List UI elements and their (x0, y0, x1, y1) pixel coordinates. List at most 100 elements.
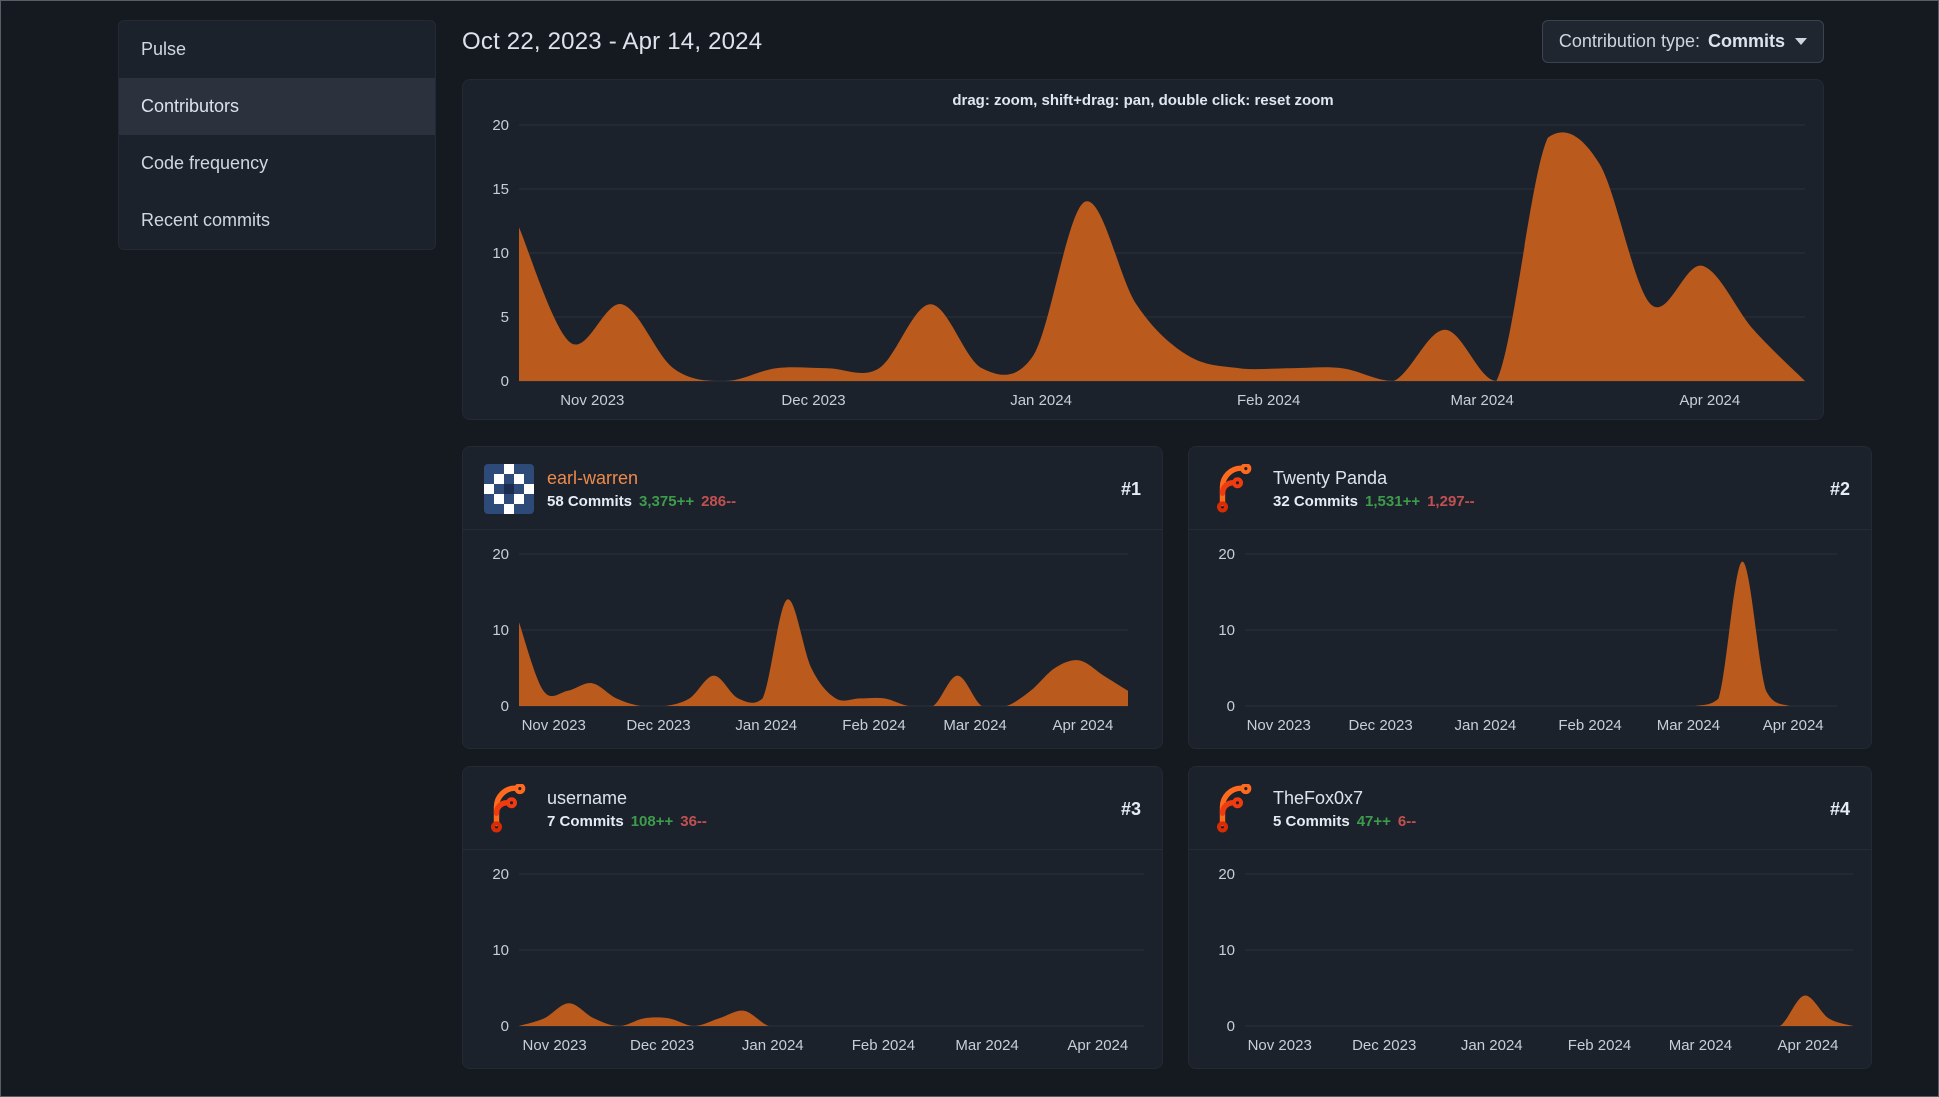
svg-text:Apr 2024: Apr 2024 (1052, 717, 1113, 734)
svg-text:Apr 2024: Apr 2024 (1763, 717, 1824, 734)
commit-count: 58 Commits (547, 493, 633, 510)
svg-text:20: 20 (492, 866, 509, 883)
svg-text:Mar 2024: Mar 2024 (943, 717, 1006, 734)
chart-zoom-hint: drag: zoom, shift+drag: pan, double clic… (952, 92, 1334, 109)
contributor-rank: #4 (1829, 798, 1850, 819)
svg-text:0: 0 (1227, 698, 1235, 715)
svg-text:20: 20 (1218, 546, 1235, 563)
svg-text:10: 10 (492, 622, 509, 639)
header-row: Oct 22, 2023 - Apr 14, 2024 Contribution… (462, 20, 1824, 63)
contributor-area-chart[interactable]: 0 10 20 Nov 2023 Dec 2023 Jan 2024 Feb 2024 Mar… (471, 860, 1170, 1060)
contribution-type-value: Commits (1707, 31, 1785, 51)
svg-text:0: 0 (1227, 1018, 1235, 1035)
contributor-stats: 5 Commits 47++ 6-- (1273, 813, 1817, 830)
sidebar-item-pulse[interactable]: Pulse (119, 21, 435, 78)
contributor-name: username (547, 788, 628, 808)
commit-count: 32 Commits (1273, 493, 1359, 510)
contributor-card: Twenty Panda 32 Commits 1,531++ 1,297-- … (1188, 446, 1872, 749)
svg-text:Apr 2024: Apr 2024 (1778, 1037, 1839, 1054)
svg-text:Nov 2023: Nov 2023 (560, 392, 624, 409)
additions-count: 108++ (630, 813, 674, 830)
svg-text:Nov 2023: Nov 2023 (1247, 717, 1311, 734)
svg-text:Mar 2024: Mar 2024 (1451, 392, 1514, 409)
additions-count: 3,375++ (639, 493, 695, 510)
deletions-count: 6-- (1397, 813, 1417, 830)
svg-text:Nov 2023: Nov 2023 (522, 717, 586, 734)
contributor-header: Twenty Panda 32 Commits 1,531++ 1,297-- … (1189, 447, 1871, 530)
contributor-rank: #2 (1829, 478, 1850, 499)
additions-count: 47++ (1356, 813, 1391, 830)
contributor-meta: TheFox0x7 5 Commits 47++ 6-- (1273, 788, 1817, 830)
svg-text:Jan 2024: Jan 2024 (742, 1037, 804, 1054)
contributors-grid: earl-warren 58 Commits 3,375++ 286-- #1 … (462, 446, 1872, 1069)
svg-text:15: 15 (492, 181, 509, 198)
contributor-name-link[interactable]: earl-warren (547, 468, 1108, 489)
svg-text:0: 0 (501, 1018, 509, 1035)
svg-text:0: 0 (501, 698, 509, 715)
svg-text:Feb 2024: Feb 2024 (1558, 717, 1621, 734)
contributor-card: earl-warren 58 Commits 3,375++ 286-- #1 … (462, 446, 1163, 749)
contributor-name: Twenty Panda (1273, 468, 1388, 488)
svg-text:10: 10 (1218, 942, 1235, 959)
forgejo-logo-avatar (1210, 784, 1260, 834)
svg-text:Dec 2023: Dec 2023 (781, 392, 845, 409)
overall-contributions-card: drag: zoom, shift+drag: pan, double clic… (462, 79, 1824, 420)
svg-text:Dec 2023: Dec 2023 (1352, 1037, 1416, 1054)
svg-text:Nov 2023: Nov 2023 (1248, 1037, 1312, 1054)
svg-text:20: 20 (492, 117, 509, 134)
contributor-name: TheFox0x7 (1273, 788, 1364, 808)
svg-text:20: 20 (492, 546, 509, 563)
deletions-count: 286-- (701, 493, 737, 510)
activity-sidebar: Pulse Contributors Code frequency Recent… (118, 20, 436, 250)
contribution-type-button[interactable]: Contribution type: Commits (1541, 20, 1824, 63)
svg-text:Feb 2024: Feb 2024 (842, 717, 905, 734)
contributor-area-chart[interactable]: 0 10 20 Nov 2023 Dec 2023 Jan 2024 Feb 2024 Mar… (1197, 540, 1879, 740)
svg-text:Jan 2024: Jan 2024 (1455, 717, 1517, 734)
svg-text:Feb 2024: Feb 2024 (1237, 392, 1300, 409)
contributor-header: earl-warren 58 Commits 3,375++ 286-- #1 (463, 447, 1162, 530)
contributor-meta: username 7 Commits 108++ 36-- (547, 788, 1108, 830)
svg-text:10: 10 (1218, 622, 1235, 639)
sidebar-item-contributors[interactable]: Contributors (119, 78, 435, 135)
contributor-stats: 58 Commits 3,375++ 286-- (547, 493, 1108, 510)
svg-text:10: 10 (492, 245, 509, 262)
contributor-card: username 7 Commits 108++ 36-- #3 0 10 20 No… (462, 766, 1163, 1069)
forgejo-logo-avatar (1210, 464, 1260, 514)
commit-count: 7 Commits (547, 813, 624, 830)
svg-text:0: 0 (501, 373, 509, 390)
identicon-avatar (484, 464, 534, 514)
svg-text:Feb 2024: Feb 2024 (852, 1037, 915, 1054)
contributor-rank: #3 (1120, 798, 1141, 819)
svg-text:Mar 2024: Mar 2024 (955, 1037, 1018, 1054)
svg-text:Feb 2024: Feb 2024 (1568, 1037, 1631, 1054)
contributor-stats: 7 Commits 108++ 36-- (547, 813, 1108, 830)
svg-text:Dec 2023: Dec 2023 (626, 717, 690, 734)
date-range-title: Oct 22, 2023 - Apr 14, 2024 (462, 27, 763, 55)
chevron-down-icon (1795, 38, 1807, 45)
svg-text:Dec 2023: Dec 2023 (630, 1037, 694, 1054)
svg-text:Jan 2024: Jan 2024 (735, 717, 797, 734)
contributor-header: TheFox0x7 5 Commits 47++ 6-- #4 (1189, 767, 1871, 850)
additions-count: 1,531++ (1365, 493, 1421, 510)
contributor-stats: 32 Commits 1,531++ 1,297-- (1273, 493, 1817, 510)
svg-text:5: 5 (501, 309, 509, 326)
svg-text:Mar 2024: Mar 2024 (1657, 717, 1720, 734)
contributions-area-chart[interactable]: 0 5 10 15 20 Nov 2023 Dec 2023 Jan 2024 Feb 2024… (471, 111, 1815, 415)
sidebar-item-recent-commits[interactable]: Recent commits (119, 192, 435, 249)
svg-text:10: 10 (492, 942, 509, 959)
svg-text:Jan 2024: Jan 2024 (1461, 1037, 1523, 1054)
contributors-main: Oct 22, 2023 - Apr 14, 2024 Contribution… (462, 20, 1872, 1069)
sidebar-item-code-frequency[interactable]: Code frequency (119, 135, 435, 192)
contributor-area-chart[interactable]: 0 10 20 Nov 2023 Dec 2023 Jan 2024 Feb 2024 Mar… (471, 540, 1170, 740)
svg-text:Apr 2024: Apr 2024 (1679, 392, 1740, 409)
contributor-area-chart[interactable]: 0 10 20 Nov 2023 Dec 2023 Jan 2024 Feb 2024 Mar… (1197, 860, 1879, 1060)
contributor-rank: #1 (1120, 478, 1141, 499)
contributors-page: Pulse Contributors Code frequency Recent… (1, 1, 1938, 1069)
svg-text:Jan 2024: Jan 2024 (1010, 392, 1072, 409)
contributor-header: username 7 Commits 108++ 36-- #3 (463, 767, 1162, 850)
forgejo-logo-avatar (484, 784, 534, 834)
svg-text:Nov 2023: Nov 2023 (522, 1037, 586, 1054)
svg-text:Dec 2023: Dec 2023 (1348, 717, 1412, 734)
contributor-meta: earl-warren 58 Commits 3,375++ 286-- (547, 468, 1108, 510)
svg-text:Apr 2024: Apr 2024 (1067, 1037, 1128, 1054)
